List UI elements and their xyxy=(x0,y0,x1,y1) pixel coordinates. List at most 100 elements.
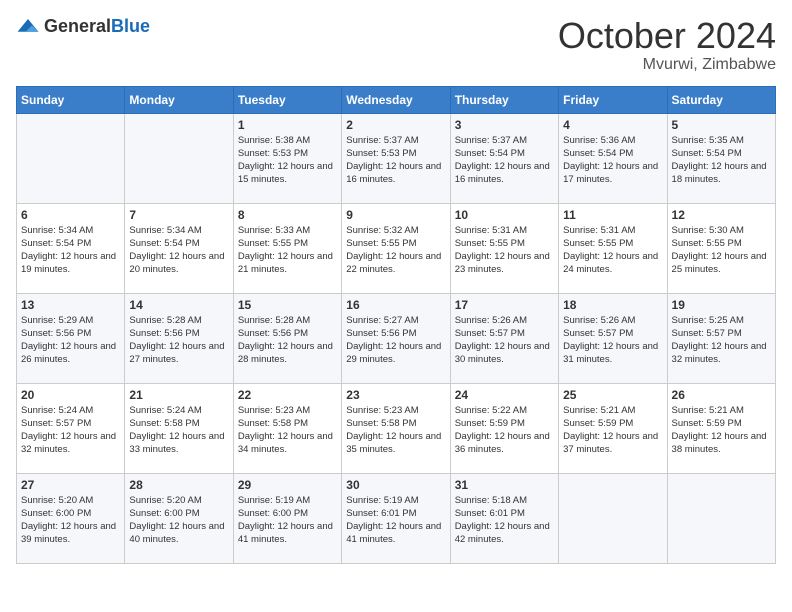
calendar-cell: 20 Sunrise: 5:24 AMSunset: 5:57 PMDayligh… xyxy=(17,383,125,473)
calendar-week-row: 6 Sunrise: 5:34 AMSunset: 5:54 PMDaylight… xyxy=(17,203,776,293)
calendar-table: SundayMondayTuesdayWednesdayThursdayFrid… xyxy=(16,86,776,564)
day-number: 23 xyxy=(346,388,445,402)
month-title: October 2024 xyxy=(558,16,776,56)
day-info: Sunrise: 5:32 AMSunset: 5:55 PMDaylight:… xyxy=(346,224,445,277)
day-info: Sunrise: 5:20 AMSunset: 6:00 PMDaylight:… xyxy=(21,494,120,547)
day-info: Sunrise: 5:37 AMSunset: 5:54 PMDaylight:… xyxy=(455,134,554,187)
day-number: 12 xyxy=(672,208,771,222)
day-info: Sunrise: 5:24 AMSunset: 5:58 PMDaylight:… xyxy=(129,404,228,457)
day-info: Sunrise: 5:29 AMSunset: 5:56 PMDaylight:… xyxy=(21,314,120,367)
day-info: Sunrise: 5:30 AMSunset: 5:55 PMDaylight:… xyxy=(672,224,771,277)
day-info: Sunrise: 5:31 AMSunset: 5:55 PMDaylight:… xyxy=(563,224,662,277)
calendar-cell: 9 Sunrise: 5:32 AMSunset: 5:55 PMDaylight… xyxy=(342,203,450,293)
weekday-header-wednesday: Wednesday xyxy=(342,86,450,113)
day-info: Sunrise: 5:27 AMSunset: 5:56 PMDaylight:… xyxy=(346,314,445,367)
calendar-body: 1Sunrise: 5:38 AMSunset: 5:53 PMDaylight… xyxy=(17,113,776,563)
location-title: Mvurwi, Zimbabwe xyxy=(558,56,776,74)
day-number: 27 xyxy=(21,478,120,492)
day-number: 13 xyxy=(21,298,120,312)
day-number: 21 xyxy=(129,388,228,402)
day-number: 4 xyxy=(563,118,662,132)
calendar-cell: 14 Sunrise: 5:28 AMSunset: 5:56 PMDayligh… xyxy=(125,293,233,383)
calendar-cell: 7 Sunrise: 5:34 AMSunset: 5:54 PMDaylight… xyxy=(125,203,233,293)
day-info: Sunrise: 5:34 AMSunset: 5:54 PMDaylight:… xyxy=(129,224,228,277)
logo-general: General xyxy=(44,16,111,36)
day-number: 17 xyxy=(455,298,554,312)
calendar-cell: 29 Sunrise: 5:19 AMSunset: 6:00 PMDayligh… xyxy=(233,473,341,563)
logo: GeneralBlue xyxy=(16,16,150,37)
day-info: Sunrise: 5:37 AMSunset: 5:53 PMDaylight:… xyxy=(346,134,445,187)
calendar-cell: 13 Sunrise: 5:29 AMSunset: 5:56 PMDayligh… xyxy=(17,293,125,383)
day-info: Sunrise: 5:24 AMSunset: 5:57 PMDaylight:… xyxy=(21,404,120,457)
day-number: 11 xyxy=(563,208,662,222)
day-number: 9 xyxy=(346,208,445,222)
calendar-cell: 3 Sunrise: 5:37 AMSunset: 5:54 PMDaylight… xyxy=(450,113,558,203)
day-info: Sunrise: 5:38 AMSunset: 5:53 PMDaylight:… xyxy=(238,134,337,187)
calendar-cell: 19 Sunrise: 5:25 AMSunset: 5:57 PMDayligh… xyxy=(667,293,775,383)
day-number: 10 xyxy=(455,208,554,222)
day-number: 16 xyxy=(346,298,445,312)
weekday-header-sunday: Sunday xyxy=(17,86,125,113)
day-info: Sunrise: 5:21 AMSunset: 5:59 PMDaylight:… xyxy=(672,404,771,457)
calendar-cell xyxy=(667,473,775,563)
weekday-header-monday: Monday xyxy=(125,86,233,113)
calendar-cell: 16 Sunrise: 5:27 AMSunset: 5:56 PMDayligh… xyxy=(342,293,450,383)
calendar-cell: 6Sunrise: 5:34 AMSunset: 5:54 PMDaylight… xyxy=(17,203,125,293)
day-number: 24 xyxy=(455,388,554,402)
day-number: 29 xyxy=(238,478,337,492)
day-number: 5 xyxy=(672,118,771,132)
weekday-header-thursday: Thursday xyxy=(450,86,558,113)
day-info: Sunrise: 5:20 AMSunset: 6:00 PMDaylight:… xyxy=(129,494,228,547)
day-number: 25 xyxy=(563,388,662,402)
page-header: GeneralBlue October 2024 Mvurwi, Zimbabw… xyxy=(16,16,776,74)
day-number: 6 xyxy=(21,208,120,222)
calendar-cell: 5Sunrise: 5:35 AMSunset: 5:54 PMDaylight… xyxy=(667,113,775,203)
calendar-cell: 11 Sunrise: 5:31 AMSunset: 5:55 PMDayligh… xyxy=(559,203,667,293)
calendar-week-row: 1Sunrise: 5:38 AMSunset: 5:53 PMDaylight… xyxy=(17,113,776,203)
calendar-cell: 8 Sunrise: 5:33 AMSunset: 5:55 PMDaylight… xyxy=(233,203,341,293)
day-info: Sunrise: 5:19 AMSunset: 6:00 PMDaylight:… xyxy=(238,494,337,547)
day-info: Sunrise: 5:28 AMSunset: 5:56 PMDaylight:… xyxy=(238,314,337,367)
day-info: Sunrise: 5:21 AMSunset: 5:59 PMDaylight:… xyxy=(563,404,662,457)
day-info: Sunrise: 5:36 AMSunset: 5:54 PMDaylight:… xyxy=(563,134,662,187)
calendar-week-row: 13 Sunrise: 5:29 AMSunset: 5:56 PMDayligh… xyxy=(17,293,776,383)
calendar-cell: 30Sunrise: 5:19 AMSunset: 6:01 PMDayligh… xyxy=(342,473,450,563)
weekday-header-row: SundayMondayTuesdayWednesdayThursdayFrid… xyxy=(17,86,776,113)
day-number: 14 xyxy=(129,298,228,312)
calendar-cell: 2 Sunrise: 5:37 AMSunset: 5:53 PMDaylight… xyxy=(342,113,450,203)
calendar-cell: 15Sunrise: 5:28 AMSunset: 5:56 PMDayligh… xyxy=(233,293,341,383)
day-number: 30 xyxy=(346,478,445,492)
logo-icon xyxy=(16,17,40,37)
day-number: 7 xyxy=(129,208,228,222)
day-number: 19 xyxy=(672,298,771,312)
calendar-cell: 12 Sunrise: 5:30 AMSunset: 5:55 PMDayligh… xyxy=(667,203,775,293)
day-number: 3 xyxy=(455,118,554,132)
weekday-header-tuesday: Tuesday xyxy=(233,86,341,113)
calendar-cell: 24Sunrise: 5:22 AMSunset: 5:59 PMDayligh… xyxy=(450,383,558,473)
calendar-cell: 25 Sunrise: 5:21 AMSunset: 5:59 PMDayligh… xyxy=(559,383,667,473)
day-info: Sunrise: 5:25 AMSunset: 5:57 PMDaylight:… xyxy=(672,314,771,367)
calendar-cell: 4 Sunrise: 5:36 AMSunset: 5:54 PMDaylight… xyxy=(559,113,667,203)
day-number: 28 xyxy=(129,478,228,492)
calendar-week-row: 20 Sunrise: 5:24 AMSunset: 5:57 PMDayligh… xyxy=(17,383,776,473)
calendar-cell xyxy=(17,113,125,203)
title-block: October 2024 Mvurwi, Zimbabwe xyxy=(558,16,776,74)
day-info: Sunrise: 5:33 AMSunset: 5:55 PMDaylight:… xyxy=(238,224,337,277)
day-info: Sunrise: 5:28 AMSunset: 5:56 PMDaylight:… xyxy=(129,314,228,367)
logo-blue: Blue xyxy=(111,16,150,36)
calendar-cell: 27 Sunrise: 5:20 AMSunset: 6:00 PMDayligh… xyxy=(17,473,125,563)
day-number: 20 xyxy=(21,388,120,402)
calendar-cell: 28 Sunrise: 5:20 AMSunset: 6:00 PMDayligh… xyxy=(125,473,233,563)
calendar-cell xyxy=(125,113,233,203)
day-number: 8 xyxy=(238,208,337,222)
day-number: 31 xyxy=(455,478,554,492)
calendar-cell: 1Sunrise: 5:38 AMSunset: 5:53 PMDaylight… xyxy=(233,113,341,203)
day-number: 2 xyxy=(346,118,445,132)
day-info: Sunrise: 5:31 AMSunset: 5:55 PMDaylight:… xyxy=(455,224,554,277)
day-number: 22 xyxy=(238,388,337,402)
weekday-header-saturday: Saturday xyxy=(667,86,775,113)
day-number: 26 xyxy=(672,388,771,402)
calendar-cell: 10 Sunrise: 5:31 AMSunset: 5:55 PMDayligh… xyxy=(450,203,558,293)
calendar-cell: 21 Sunrise: 5:24 AMSunset: 5:58 PMDayligh… xyxy=(125,383,233,473)
calendar-week-row: 27 Sunrise: 5:20 AMSunset: 6:00 PMDayligh… xyxy=(17,473,776,563)
